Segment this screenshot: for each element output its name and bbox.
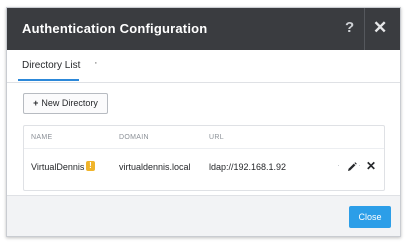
dialog-title: Authentication Configuration — [22, 21, 208, 36]
column-header-url: URL — [209, 134, 224, 141]
delete-icon[interactable]: ✕ — [366, 160, 376, 172]
new-directory-button[interactable]: + New Directory — [23, 93, 108, 114]
edit-pencil-icon[interactable] — [347, 162, 357, 172]
warning-icon[interactable]: ! — [86, 161, 95, 171]
directory-list-panel: + New Directory NAME DOMAIN URL VirtualDe… — [7, 83, 400, 195]
directory-name: VirtualDennis — [31, 162, 85, 172]
tab-separator-dot: · — [94, 57, 98, 69]
tab-bar: Directory List · — [7, 50, 400, 83]
dialog-titlebar: Authentication Configuration ? ✕ — [7, 8, 400, 50]
titlebar-divider — [364, 8, 365, 50]
tab-directory-list[interactable]: Directory List — [22, 50, 80, 82]
directory-table: NAME DOMAIN URL VirtualDennis ! virtuald… — [23, 125, 385, 191]
directory-domain: virtualdennis.local — [119, 162, 191, 172]
column-header-name: NAME — [31, 134, 53, 141]
directory-url: ldap://192.168.1.92 — [209, 162, 287, 172]
dialog-footer: Close — [7, 195, 400, 236]
action-separator-dot: · — [337, 160, 340, 170]
plus-icon: + — [33, 98, 39, 108]
active-tab-indicator — [18, 79, 79, 81]
action-separator-dot: · — [358, 160, 361, 170]
column-header-domain: DOMAIN — [119, 134, 149, 141]
help-icon[interactable]: ? — [345, 19, 354, 36]
table-row: VirtualDennis ! virtualdennis.local ldap… — [24, 149, 384, 190]
close-button[interactable]: Close — [349, 206, 391, 228]
new-directory-label: New Directory — [41, 98, 98, 108]
auth-config-dialog: Authentication Configuration ? ✕ Directo… — [6, 7, 401, 237]
close-icon[interactable]: ✕ — [373, 19, 387, 37]
